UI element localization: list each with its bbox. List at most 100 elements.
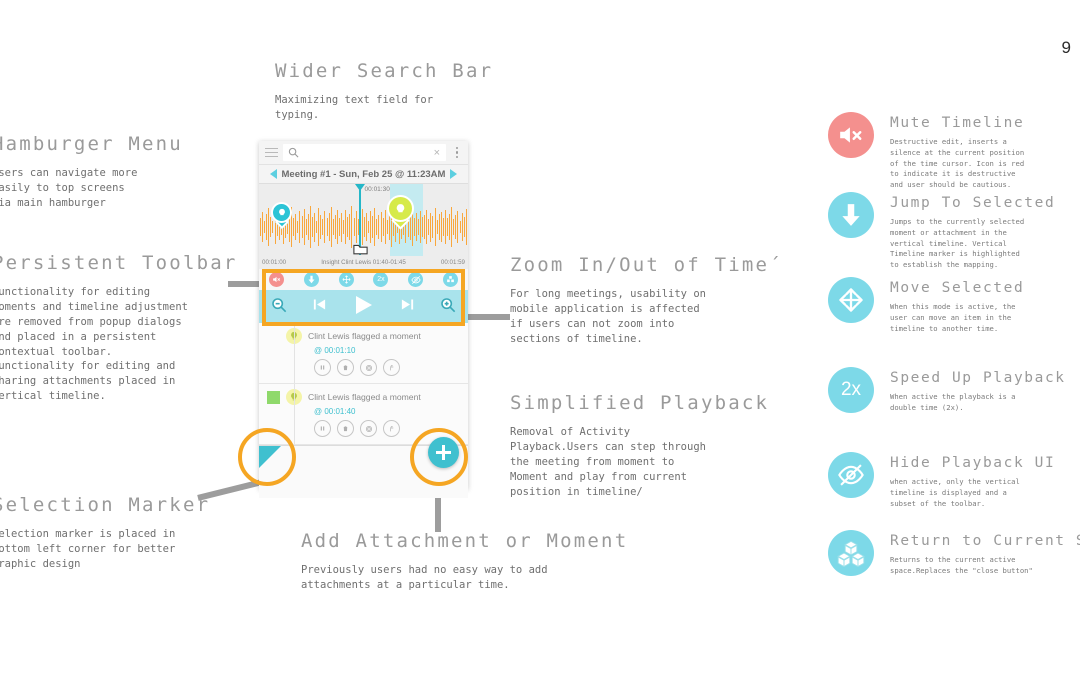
waveform-bar	[442, 218, 444, 236]
activity-row-1[interactable]: Clint Lewis flagged a moment @ 00:01:10	[259, 323, 468, 384]
waveform-bar	[343, 220, 345, 234]
cursor-time-label: 00:01:30	[364, 186, 390, 193]
waveform-bar	[461, 213, 463, 241]
feature-speed-up-playback: 2x Speed Up Playback When active the pla…	[828, 367, 1066, 414]
attachment-folder-icon[interactable]	[353, 240, 368, 255]
2x-label: 2x	[840, 379, 862, 400]
waveform-bar	[305, 218, 307, 236]
feature-description: When this mode is active, the user can m…	[890, 302, 1016, 333]
feature-title: Mute Timeline	[890, 115, 1025, 131]
timeline-start-time: 00:01:00	[262, 259, 287, 266]
annotation-body: Previously users had no easy way to add …	[301, 563, 548, 591]
waveform-bar	[307, 213, 309, 241]
annotation-hamburger-menu: Hamburger Menu Users can navigate more e…	[0, 134, 222, 211]
highlight-selection-marker	[238, 428, 296, 486]
waveform-bar	[311, 217, 313, 237]
waveform-bar	[345, 209, 347, 245]
feature-title: Hide Playback UI	[890, 455, 1056, 471]
annotation-add-attachment-or-moment: Add Attachment or Moment Previously user…	[301, 531, 721, 593]
waveform-bar	[297, 221, 299, 233]
waveform-bar	[465, 209, 467, 245]
waveform-bar	[301, 215, 303, 239]
activity-time: @ 00:01:10	[314, 346, 356, 355]
share-icon[interactable]	[383, 359, 400, 376]
waveform-bar	[447, 217, 449, 237]
waveform-bar	[336, 210, 338, 244]
trash-icon[interactable]	[337, 420, 354, 437]
waveform-timeline[interactable]: 00:01:30 00:01:00 Insight Clint Lewis 01…	[259, 184, 468, 269]
annotation-body: Removal of Activity Playback.Users can s…	[510, 425, 706, 498]
waveform-bar	[326, 217, 328, 237]
waveform-bar	[320, 215, 322, 239]
trash-icon[interactable]	[337, 359, 354, 376]
waveform-bar	[430, 212, 432, 242]
annotation-title: Persistent Toolbar	[0, 252, 238, 274]
waveform-bar	[299, 210, 301, 244]
pause-icon[interactable]	[314, 359, 331, 376]
pause-icon[interactable]	[314, 420, 331, 437]
overflow-menu-icon[interactable]	[446, 146, 468, 159]
slide-canvas: 9 Hamburger Menu Users can navigate more…	[0, 0, 1080, 675]
waveform-bar	[353, 218, 355, 236]
meeting-title: Meeting #1 - Sun, Feb 25 @ 11:23AM	[281, 168, 446, 180]
waveform-bar	[415, 213, 417, 241]
previous-meeting-icon[interactable]	[269, 169, 277, 179]
feature-title: Move Selected	[890, 280, 1025, 296]
waveform-bar	[378, 214, 380, 240]
annotation-title: Hamburger Menu	[0, 133, 183, 155]
activity-time: @ 00:01:40	[314, 407, 356, 416]
feature-hide-playback-ui: Hide Playback UI when active, only the v…	[828, 452, 1055, 509]
highlight-fab	[410, 428, 468, 486]
leader-line-zoom	[466, 314, 510, 320]
gear-icon[interactable]	[360, 420, 377, 437]
waveform-bar	[372, 215, 374, 239]
waveform-bar	[426, 209, 428, 245]
waveform-bar	[349, 213, 351, 241]
gear-icon[interactable]	[360, 359, 377, 376]
waveform-bar	[341, 212, 343, 242]
waveform-bar	[417, 219, 419, 235]
feature-description: when active, only the vertical timeline …	[890, 477, 1020, 508]
annotation-title: Wider Search Bar	[275, 60, 494, 82]
waveform-bar	[370, 210, 372, 244]
timeline-footer: 00:01:00 Insight Clint Lewis 01:40-01:45…	[259, 256, 468, 269]
waveform-bar	[368, 221, 370, 233]
waveform-bar	[380, 211, 382, 243]
meeting-title-bar: Meeting #1 - Sun, Feb 25 @ 11:23AM	[259, 165, 468, 184]
vertical-timeline-line	[294, 384, 295, 444]
timeline-caption: Insight Clint Lewis 01:40-01:45	[321, 259, 406, 266]
next-meeting-icon[interactable]	[450, 169, 458, 179]
waveform-bar	[453, 219, 455, 235]
waveform-bar	[374, 207, 376, 247]
feature-jump-to-selected: Jump To Selected Jumps to the currently …	[828, 192, 1055, 271]
highlight-toolbar	[262, 269, 465, 326]
waveform-bar	[363, 217, 365, 237]
share-icon[interactable]	[383, 420, 400, 437]
waveform-bar	[309, 205, 311, 249]
mute-icon	[828, 112, 874, 158]
search-icon	[288, 143, 299, 162]
feature-description: Returns to the current active space.Repl…	[890, 555, 1033, 575]
insight-pin-yellow[interactable]	[387, 195, 414, 230]
annotation-zoom-in-out-of-time: Zoom In/Out of Time´ For long meetings, …	[510, 255, 781, 347]
annotation-body: Users can navigate more easily to top sc…	[0, 166, 138, 209]
waveform-bar	[444, 210, 446, 244]
waveform-bar	[330, 207, 332, 247]
annotation-simplified-playback: Simplified Playback Removal of Activity …	[510, 393, 770, 499]
search-input[interactable]: ×	[283, 144, 446, 161]
hamburger-menu-icon[interactable]	[259, 147, 283, 158]
clear-search-icon[interactable]: ×	[434, 147, 440, 159]
cubes-icon	[828, 530, 874, 576]
annotation-body: Functionality for editing moments and ti…	[0, 285, 188, 403]
insight-pin-teal[interactable]	[271, 202, 292, 230]
waveform-bar	[376, 218, 378, 236]
waveform-bar	[382, 218, 384, 236]
waveform-bar	[428, 218, 430, 236]
waveform-bar	[438, 214, 440, 240]
waveform-bar	[322, 218, 324, 236]
annotation-wider-search-bar: Wider Search Bar Maximizing text field f…	[275, 61, 525, 123]
eye-off-icon	[828, 452, 874, 498]
activity-user: Clint Lewis flagged a moment	[308, 392, 421, 402]
2x-icon: 2x	[828, 367, 874, 413]
app-search-bar: ×	[259, 141, 468, 165]
